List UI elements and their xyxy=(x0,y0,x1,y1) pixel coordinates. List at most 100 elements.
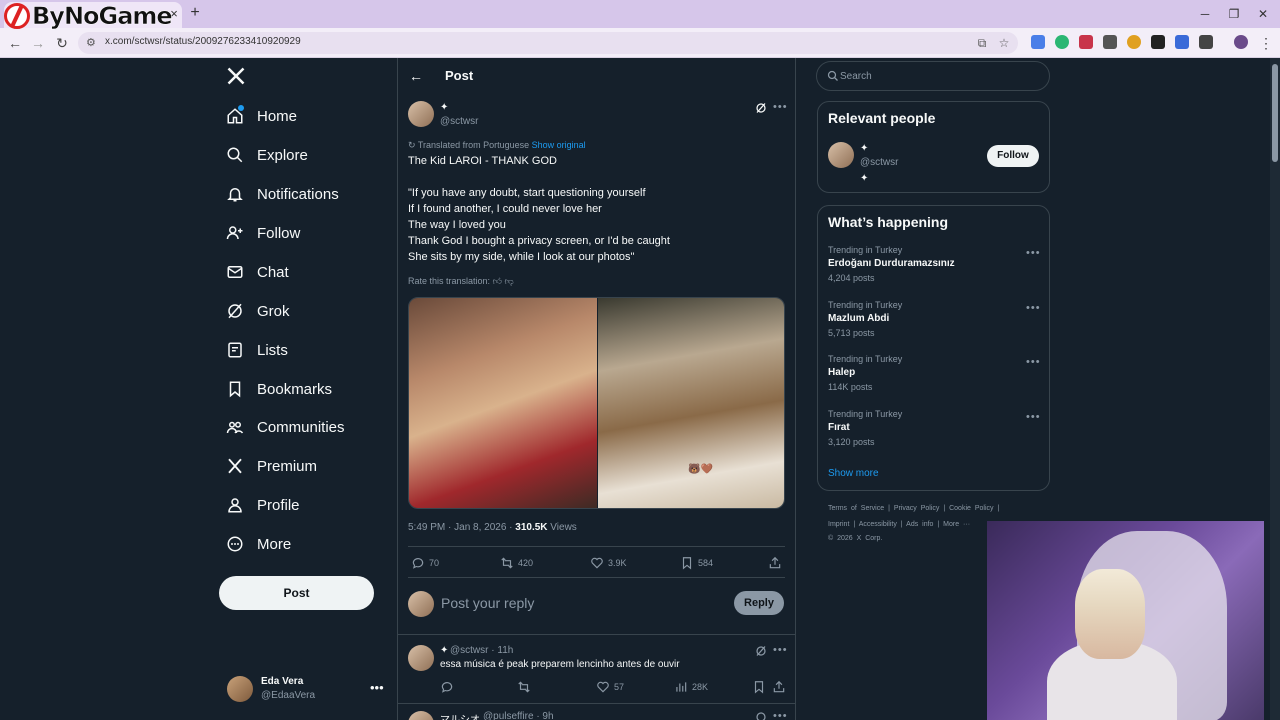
trend-name[interactable]: Erdoğanı Durduramazsınız xyxy=(828,258,955,269)
grok-icon[interactable] xyxy=(755,102,767,114)
post-photo[interactable]: 🐻🤎 xyxy=(598,298,784,508)
reply-avatar[interactable] xyxy=(408,645,434,671)
author-handle[interactable]: @sctwsr xyxy=(440,116,478,127)
grok-icon[interactable] xyxy=(755,711,767,720)
close-window-icon[interactable]: ✕ xyxy=(1255,6,1271,22)
url-text[interactable]: x.com/sctwsr/status/2009276233410920929 xyxy=(105,36,301,47)
nav-profile[interactable]: Profile xyxy=(226,493,300,517)
reply-handle[interactable]: @sctwsr · 11h xyxy=(450,645,513,656)
nav-explore[interactable]: Explore xyxy=(226,143,308,167)
footer-links[interactable]: Terms of Service | Privacy Policy | Cook… xyxy=(828,505,999,512)
trend-more-icon[interactable]: ••• xyxy=(1026,302,1041,314)
nav-chat[interactable]: Chat xyxy=(226,260,289,284)
person-avatar[interactable] xyxy=(828,142,854,168)
new-tab-button[interactable]: + xyxy=(186,4,204,22)
post-media[interactable]: 🐻🤎 xyxy=(408,297,785,509)
trend-more-icon[interactable]: ••• xyxy=(1026,356,1041,368)
nav-bookmarks[interactable]: Bookmarks xyxy=(226,377,332,401)
scrollbar-thumb[interactable] xyxy=(1272,64,1278,162)
profile-avatar-icon[interactable] xyxy=(1234,35,1248,49)
extension-icon[interactable] xyxy=(1079,35,1093,49)
show-more-link[interactable]: Show more xyxy=(828,468,879,479)
reply-action[interactable]: 70 xyxy=(411,556,439,570)
browser-menu-icon[interactable]: ⋮ xyxy=(1257,34,1275,52)
account-more-icon[interactable]: ••• xyxy=(370,680,384,695)
install-app-icon[interactable]: ⧉ xyxy=(974,35,990,51)
author-avatar[interactable] xyxy=(408,101,434,127)
trend-name[interactable]: Halep xyxy=(828,367,855,378)
footer-links[interactable]: Imprint | Accessibility | Ads info | Mor… xyxy=(828,521,970,528)
extension-icon[interactable] xyxy=(1175,35,1189,49)
nav-follow[interactable]: Follow xyxy=(226,221,300,245)
reply-author[interactable]: マルシオ xyxy=(440,711,480,720)
reply-input[interactable]: Post your reply xyxy=(441,595,534,611)
search-input[interactable]: Search xyxy=(840,71,872,82)
grok-icon[interactable] xyxy=(755,645,767,657)
compose-post-button[interactable]: Post xyxy=(219,576,374,610)
trend-count[interactable]: 5,713 posts xyxy=(828,328,875,338)
trend-name[interactable]: Fırat xyxy=(828,422,850,433)
reply-button[interactable]: Reply xyxy=(734,591,784,615)
reply-more-icon[interactable]: ••• xyxy=(773,644,788,656)
follow-button[interactable]: Follow xyxy=(987,145,1039,167)
reload-icon[interactable]: ↻ xyxy=(53,34,71,52)
reply-action[interactable] xyxy=(440,680,454,694)
maximize-icon[interactable]: ❐ xyxy=(1226,6,1242,22)
extension-icon[interactable] xyxy=(1151,35,1165,49)
trend-context[interactable]: Trending in Turkey xyxy=(828,409,902,419)
show-original-link[interactable]: Show original xyxy=(532,140,586,150)
trend-more-icon[interactable]: ••• xyxy=(1026,411,1041,423)
thumbs-down-icon[interactable]: 👎︎ xyxy=(504,276,513,286)
account-handle[interactable]: @EdaaVera xyxy=(261,690,315,701)
author-name[interactable]: ✦ xyxy=(440,102,448,113)
trend-count[interactable]: 3,120 posts xyxy=(828,437,875,447)
reply-author[interactable]: ✦ xyxy=(440,645,448,656)
nav-premium[interactable]: Premium xyxy=(226,454,317,478)
x-logo-icon[interactable] xyxy=(226,66,246,86)
bookmark-star-icon[interactable]: ☆ xyxy=(996,35,1012,51)
back-arrow-icon[interactable]: ← xyxy=(409,68,423,84)
nav-notifications[interactable]: Notifications xyxy=(226,182,339,206)
extension-icon[interactable] xyxy=(1127,35,1141,49)
trend-context[interactable]: Trending in Turkey xyxy=(828,354,902,364)
back-icon[interactable]: ← xyxy=(6,34,24,52)
person-handle[interactable]: @sctwsr xyxy=(860,157,898,168)
trend-context[interactable]: Trending in Turkey xyxy=(828,245,902,255)
nav-communities[interactable]: Communities xyxy=(226,415,345,439)
minimize-icon[interactable]: ─ xyxy=(1197,6,1213,22)
like-action[interactable]: 57 xyxy=(596,680,624,694)
share-action[interactable] xyxy=(772,680,786,694)
trend-context[interactable]: Trending in Turkey xyxy=(828,300,902,310)
nav-home[interactable]: Home xyxy=(226,104,297,128)
post-time[interactable]: 5:49 PM · Jan 8, 2026 · xyxy=(408,522,515,533)
extensions-puzzle-icon[interactable] xyxy=(1199,35,1213,49)
repost-action[interactable]: 420 xyxy=(500,556,533,570)
search-box[interactable]: Search xyxy=(816,61,1050,91)
account-avatar[interactable] xyxy=(227,676,253,702)
post-photo[interactable] xyxy=(409,298,597,508)
shield-extension-icon[interactable] xyxy=(1055,35,1069,49)
site-info-icon[interactable]: ⚙ xyxy=(86,36,100,50)
extension-icon[interactable] xyxy=(1103,35,1117,49)
views-action[interactable]: 28K xyxy=(674,680,708,694)
account-name[interactable]: Eda Vera xyxy=(261,676,303,687)
nav-lists[interactable]: Lists xyxy=(226,338,288,362)
like-action[interactable]: 3.9K xyxy=(590,556,627,570)
translate-extension-icon[interactable] xyxy=(1031,35,1045,49)
trend-count[interactable]: 114K posts xyxy=(828,382,872,392)
reply-handle[interactable]: @pulseffire · 9h xyxy=(483,711,554,720)
nav-grok[interactable]: Grok xyxy=(226,299,290,323)
thumbs-up-icon[interactable]: 👍︎ xyxy=(493,276,502,286)
forward-icon[interactable]: → xyxy=(29,34,47,52)
share-action[interactable] xyxy=(768,556,782,570)
trend-count[interactable]: 4,204 posts xyxy=(828,273,875,283)
post-more-icon[interactable]: ••• xyxy=(773,101,788,113)
trend-name[interactable]: Mazlum Abdi xyxy=(828,313,889,324)
address-bar[interactable]: ⚙ x.com/sctwsr/status/200927623341092092… xyxy=(78,32,1018,54)
nav-more[interactable]: More xyxy=(226,532,291,556)
bookmark-action[interactable]: 584 xyxy=(680,556,713,570)
bookmark-action[interactable] xyxy=(752,680,766,694)
trend-more-icon[interactable]: ••• xyxy=(1026,247,1041,259)
reply-more-icon[interactable]: ••• xyxy=(773,710,788,720)
person-name[interactable]: ✦ xyxy=(860,143,868,154)
